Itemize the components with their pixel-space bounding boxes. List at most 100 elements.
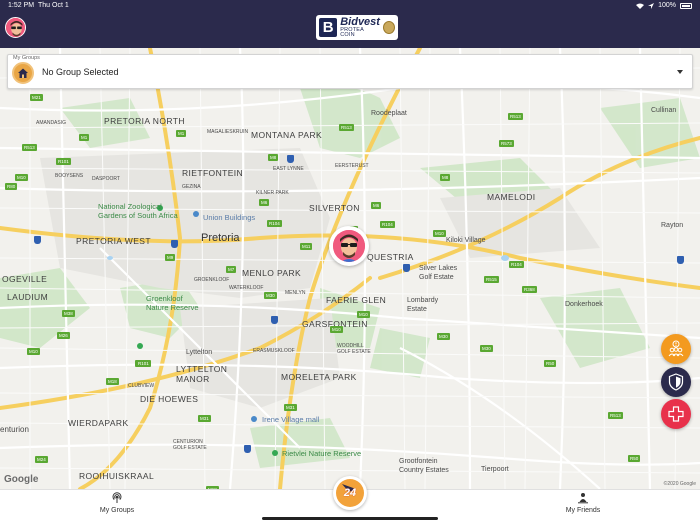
map-copyright: ©2020 Google [663,481,696,487]
map-label-die-hoewes: DIE HOEWES [140,394,199,404]
logo-mark: B [319,18,338,37]
wifi-icon [636,3,645,9]
road-badge: M10 [330,326,343,333]
road-badge: R515 [484,276,499,283]
tab-my-groups[interactable]: My Groups [77,492,157,514]
map-label-lyttelton: Lyttelton [186,349,213,356]
battery-percent: 100% [658,2,676,9]
app-root: PRETORIA NORTH MONTANA PARK Roodeplaat R… [0,0,700,525]
map-view[interactable]: PRETORIA NORTH MONTANA PARK Roodeplaat R… [0,48,700,489]
map-label-woodhill: WOODHILL GOLF ESTATE [337,343,371,355]
map-label-menlo-park: MENLO PARK [242,268,302,278]
map-label-rietvlei: Rietvlei Nature Reserve [282,449,362,458]
road-badge: M9 [165,254,176,261]
road-badge: M31 [284,404,297,411]
google-logo: Google [4,474,39,485]
road-badge: R50 [544,360,557,367]
brand-subtitle: PROTEA COIN [340,26,364,38]
brand-logo: B Bidvest PROTEA COIN [316,15,398,40]
map-label-pretoria-west: PRETORIA WEST [76,236,151,246]
map-label-silver-lakes: Silver Lakes Golf Estate [419,265,458,281]
map-label-groenkloof-small: GROENKLOOF [194,277,230,283]
security-button[interactable] [661,367,691,397]
map-label-gezina: GEZINA [182,184,201,190]
home-shape [18,68,28,78]
status-date: Thu Oct 1 [38,2,69,9]
map-label-rayton: Rayton [661,222,684,229]
group-dropdown[interactable]: My Groups No Group Selected [7,54,693,89]
map-label-east-lynne: EAST LYNNE [273,166,304,172]
road-badge: M30 [264,292,277,299]
road-badge: R104 [267,220,282,227]
map-label-booysens: BOOYSENS [55,173,84,179]
road-badge: M1 [176,130,187,137]
group-dropdown-caption: My Groups [13,55,40,61]
map-label-mamelodi: MAMELODI [487,192,536,202]
map-label-pretoria: Pretoria [201,232,240,244]
road-badge: M30 [480,345,493,352]
map-label-rooihuiskraal: ROOIHUISKRAAL [79,471,155,481]
road-badge: M26 [57,332,70,339]
map-label-kilner: KILNER PARK [256,190,289,196]
map-label-amandasig: AMANDASIG [36,120,67,126]
road-badge: M31 [198,415,211,422]
road-badge: M21 [30,94,43,101]
battery-icon [680,2,692,9]
road-badge: R80 [5,183,18,190]
road-badge: R104 [509,261,524,268]
user-location-marker[interactable] [329,226,369,266]
tab-my-groups-label: My Groups [99,507,135,514]
friends-icon [578,493,588,504]
road-badge: R101 [56,158,71,165]
road-badge: M1 [79,134,90,141]
road-badge: M6 [259,199,270,206]
avatar-face-icon [333,230,365,262]
medical-button[interactable] [661,399,691,429]
map-label-faerie-glen: FAERIE GLEN [326,295,387,305]
panic-button[interactable]: 24 [333,476,367,510]
map-label-groenkloof-reserve: Groenkloof Nature Reserve [146,294,199,312]
status-time: 1:52 PM [8,2,35,9]
route-shield [244,445,251,453]
tab-my-friends[interactable]: My Friends [543,492,623,514]
map-label-magalieskruin: MAGALIESKRUIN [207,129,249,135]
map-label-daspoort: DASPOORT [92,176,120,182]
road-badge: M6 [371,202,382,209]
road-badge: M7 [226,266,237,273]
road-badge: M10 [433,230,446,237]
road-badge: R513 [22,144,37,151]
map-label-wierdapark: WIERDAPARK [68,418,129,428]
group-alert-button[interactable] [661,334,691,364]
road-badge: M38 [62,310,75,317]
road-badge: R513 [339,124,354,131]
map-label-grootfontein: Grootfontein Country Estates [399,458,449,474]
road-badge: R50 [628,455,641,462]
route-shield [287,155,294,163]
map-label-cullinan: Cullinan [651,107,677,114]
tab-my-friends-label: My Friends [565,507,601,514]
map-label-lombardy: Lombardy Estate [407,297,439,313]
map-label-lyttelton-manor: LYTTELTON MANOR [176,364,228,384]
map-label-centurion: enturion [0,425,29,434]
brand-title: Bidvest [340,15,380,28]
road-badge: R513 [608,412,623,419]
map-label-laudium: LAUDIUM [7,292,49,302]
map-label-menlyn: MENLYN [285,290,306,296]
road-badge: R104 [380,221,395,228]
route-shield [403,264,410,272]
route-shield [677,256,684,264]
panic-label: 24 [343,487,357,499]
map-label-eersterust: EERSTERUST [335,163,369,169]
logo-text: Bidvest PROTEA COIN [340,15,380,39]
road-badge: R513 [508,113,523,120]
group-alert-icon [668,340,684,357]
medical-cross-icon [668,406,684,422]
route-shield [171,240,178,248]
profile-button[interactable] [5,17,26,38]
panic-24-icon: 24 [336,479,364,507]
map-label-silverton: SILVERTON [309,203,360,213]
road-badge: M8 [440,174,451,181]
home-indicator[interactable] [262,517,438,520]
map-label-ogeville: OGEVILLE [2,274,48,284]
map-label-roodeplaat: Roodeplaat [371,110,407,117]
